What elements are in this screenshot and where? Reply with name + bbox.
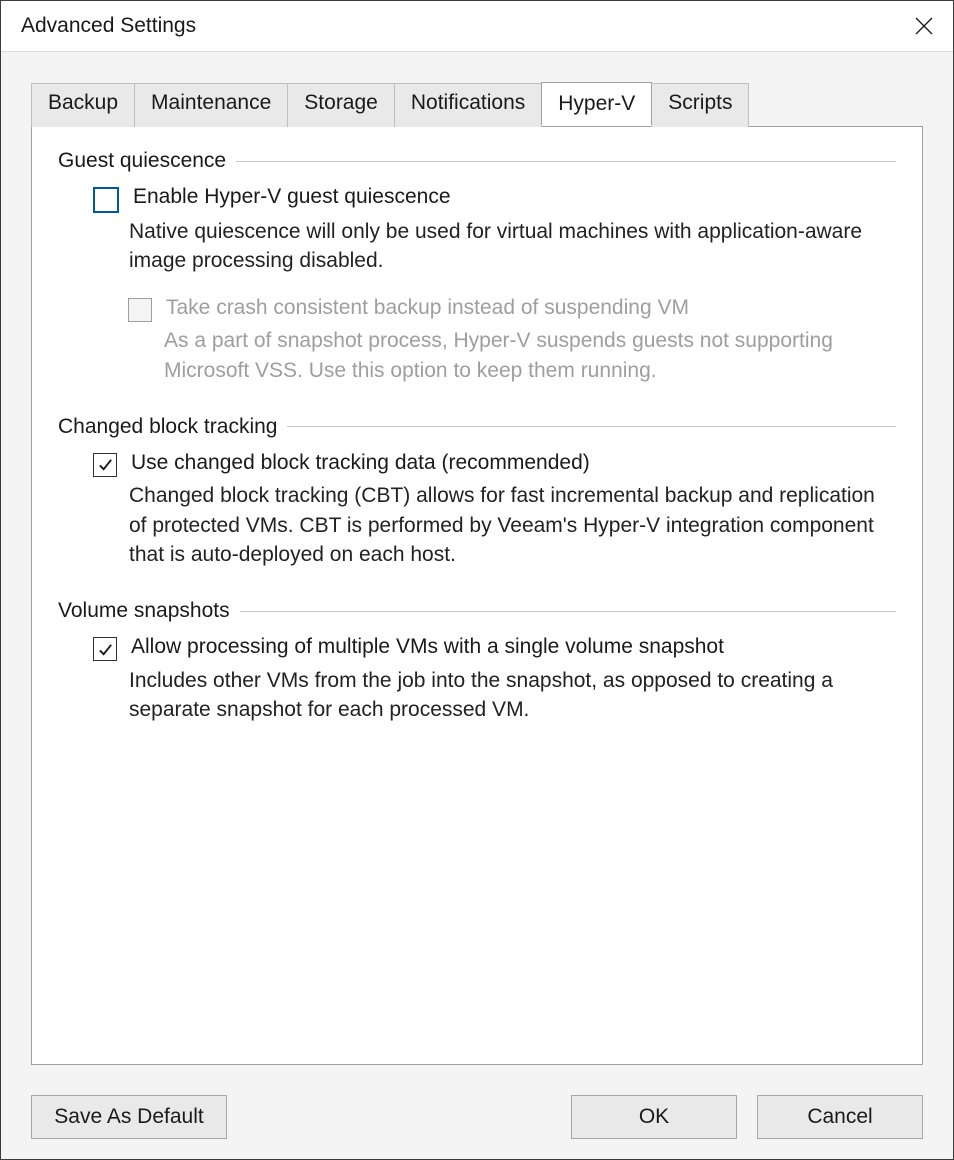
- ok-button[interactable]: OK: [571, 1095, 737, 1139]
- option-enable-guest-quiescence: Enable Hyper-V guest quiescence: [93, 183, 896, 213]
- option-description: Native quiescence will only be used for …: [129, 217, 896, 276]
- group-guest-quiescence: Guest quiescence Enable Hyper-V guest qu…: [58, 149, 896, 385]
- tabstrip: Backup Maintenance Storage Notifications…: [31, 82, 923, 126]
- option-use-cbt: Use changed block tracking data (recomme…: [93, 449, 896, 477]
- group-changed-block-tracking: Changed block tracking Use changed block…: [58, 415, 896, 570]
- tab-notifications[interactable]: Notifications: [394, 83, 542, 127]
- option-crash-consistent: Take crash consistent backup instead of …: [128, 294, 896, 322]
- option-description: Changed block tracking (CBT) allows for …: [129, 481, 896, 569]
- close-button[interactable]: [901, 3, 947, 49]
- group-heading: Changed block tracking: [58, 415, 896, 439]
- checkbox-allow-multi-vm-snapshot[interactable]: [93, 637, 117, 661]
- checkmark-icon: [98, 642, 113, 657]
- tab-hyper-v[interactable]: Hyper-V: [541, 82, 652, 126]
- separator: [240, 611, 896, 612]
- checkbox-use-cbt[interactable]: [93, 453, 117, 477]
- group-title: Guest quiescence: [58, 149, 226, 173]
- separator: [287, 426, 896, 427]
- dialog-footer: Save As Default OK Cancel: [1, 1075, 953, 1159]
- checkbox-label: Enable Hyper-V guest quiescence: [133, 183, 451, 211]
- tab-storage[interactable]: Storage: [287, 83, 395, 127]
- checkbox-label: Allow processing of multiple VMs with a …: [131, 633, 724, 661]
- group-heading: Volume snapshots: [58, 599, 896, 623]
- checkmark-icon: [98, 457, 113, 472]
- dialog-content: Backup Maintenance Storage Notifications…: [1, 52, 953, 1075]
- tab-backup[interactable]: Backup: [31, 83, 135, 127]
- group-heading: Guest quiescence: [58, 149, 896, 173]
- cancel-button[interactable]: Cancel: [757, 1095, 923, 1139]
- option-allow-multi-vm-snapshot: Allow processing of multiple VMs with a …: [93, 633, 896, 661]
- group-title: Changed block tracking: [58, 415, 277, 439]
- save-as-default-button[interactable]: Save As Default: [31, 1095, 227, 1139]
- group-volume-snapshots: Volume snapshots Allow processing of mul…: [58, 599, 896, 724]
- tab-scripts[interactable]: Scripts: [651, 83, 749, 127]
- option-description: Includes other VMs from the job into the…: [129, 666, 896, 725]
- dialog-title: Advanced Settings: [21, 14, 196, 38]
- separator: [236, 161, 896, 162]
- checkbox-enable-guest-quiescence[interactable]: [93, 187, 119, 213]
- dialog-window: Advanced Settings Backup Maintenance Sto…: [0, 0, 954, 1160]
- close-icon: [915, 17, 933, 35]
- checkbox-crash-consistent: [128, 298, 152, 322]
- tab-maintenance[interactable]: Maintenance: [134, 83, 288, 127]
- option-description: As a part of snapshot process, Hyper-V s…: [164, 326, 896, 385]
- checkbox-label: Use changed block tracking data (recomme…: [131, 449, 590, 477]
- checkbox-label: Take crash consistent backup instead of …: [166, 294, 689, 322]
- titlebar: Advanced Settings: [1, 1, 953, 52]
- group-title: Volume snapshots: [58, 599, 230, 623]
- tab-panel-hyper-v: Guest quiescence Enable Hyper-V guest qu…: [31, 126, 923, 1065]
